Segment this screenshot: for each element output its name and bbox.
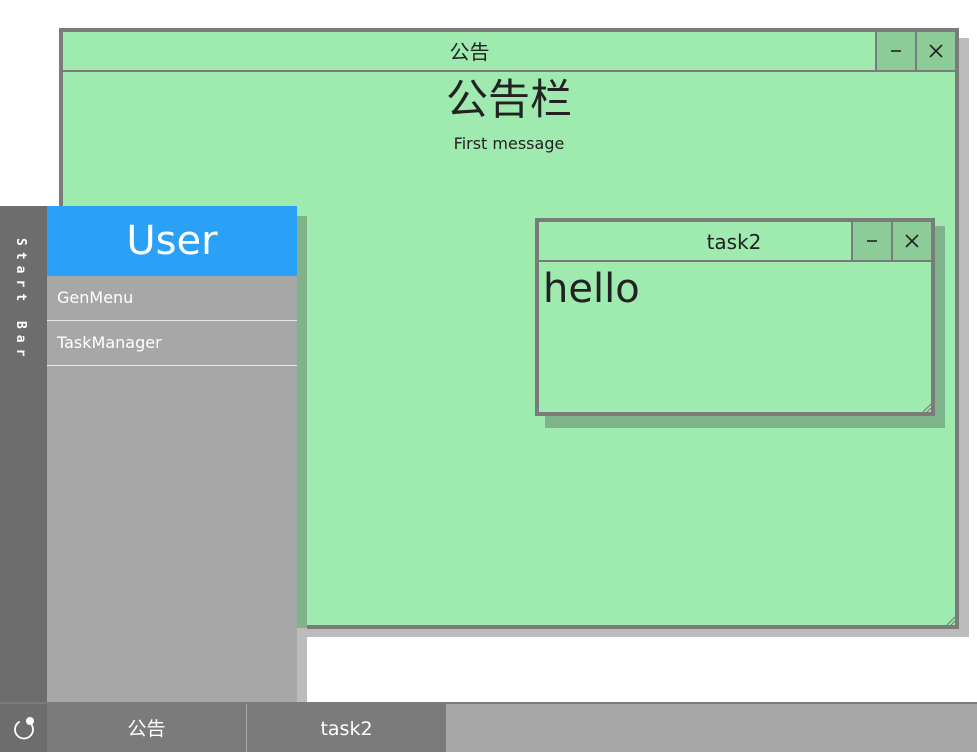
close-button[interactable]: [915, 32, 955, 70]
resize-grip-icon[interactable]: [945, 615, 955, 625]
minimize-button[interactable]: [875, 32, 915, 70]
power-icon: [13, 717, 34, 740]
close-icon: [905, 234, 919, 248]
user-menu-shadow-overlay: [297, 216, 307, 628]
taskbar-tab-task2[interactable]: task2: [247, 704, 446, 752]
taskbar-tab-notice[interactable]: 公告: [47, 704, 246, 752]
start-bar-label: Start Bar: [13, 238, 28, 363]
close-button[interactable]: [891, 222, 931, 260]
notice-window-title: 公告: [449, 40, 490, 64]
notice-window-titlebar[interactable]: 公告: [63, 32, 955, 72]
user-menu-header[interactable]: User: [47, 206, 297, 276]
taskbar: 公告 task2: [0, 702, 977, 752]
task2-window-titlebar[interactable]: task2: [539, 222, 931, 262]
notice-heading: 公告栏: [445, 75, 572, 124]
task2-content: hello: [543, 266, 640, 312]
close-icon: [929, 44, 943, 58]
menu-item-genmenu[interactable]: GenMenu: [47, 276, 297, 321]
user-menu: User GenMenu TaskManager: [47, 206, 297, 702]
minimize-icon: [891, 50, 901, 52]
notice-message: First message: [453, 134, 565, 153]
task2-window[interactable]: task2 hello: [535, 218, 935, 416]
minimize-button[interactable]: [851, 222, 891, 260]
resize-grip-icon[interactable]: [921, 402, 931, 412]
start-button[interactable]: [0, 704, 47, 752]
minimize-icon: [867, 240, 877, 242]
start-bar[interactable]: Start Bar: [0, 206, 47, 702]
menu-item-taskmanager[interactable]: TaskManager: [47, 321, 297, 366]
